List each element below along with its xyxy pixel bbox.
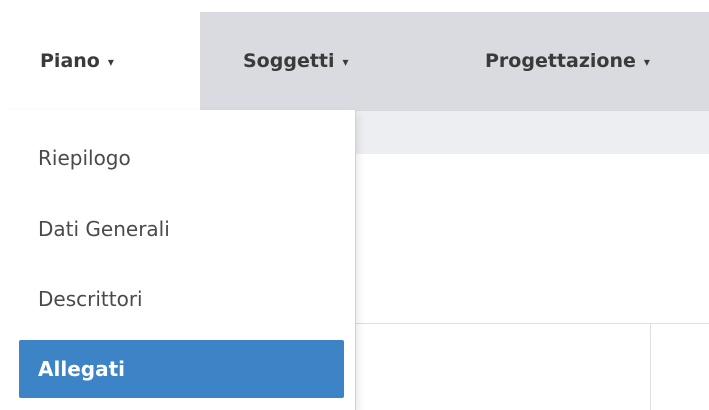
column-divider: [650, 324, 651, 410]
menu-item-allegati[interactable]: Allegati: [19, 340, 344, 398]
nav-item-label: Piano: [40, 50, 100, 72]
caret-down-icon: ▾: [643, 55, 650, 69]
menu-item-label: Dati Generali: [38, 217, 170, 241]
nav-item-label: Soggetti: [243, 50, 335, 72]
menu-item-riepilogo[interactable]: Riepilogo: [0, 135, 355, 181]
nav-item-soggetti[interactable]: Soggetti ▾: [243, 12, 349, 110]
menu-item-descrittori[interactable]: Descrittori: [0, 276, 355, 322]
menu-item-label: Riepilogo: [38, 146, 131, 170]
piano-dropdown-menu: Riepilogo Dati Generali Descrittori Alle…: [0, 110, 356, 410]
nav-item-progettazione[interactable]: Progettazione ▾: [485, 12, 650, 110]
top-navbar: Piano ▾ Soggetti ▾ Progettazione ▾: [0, 12, 709, 110]
nav-item-label: Progettazione: [485, 50, 636, 72]
caret-down-icon: ▾: [342, 55, 349, 69]
caret-down-icon: ▾: [107, 55, 114, 69]
menu-item-dati-generali[interactable]: Dati Generali: [0, 206, 355, 252]
menu-item-label: Descrittori: [38, 287, 143, 311]
menu-item-label: Allegati: [38, 357, 125, 381]
page: Piano ▾ Soggetti ▾ Progettazione ▾ Riepi…: [0, 0, 709, 410]
nav-item-piano[interactable]: Piano ▾: [0, 12, 200, 110]
